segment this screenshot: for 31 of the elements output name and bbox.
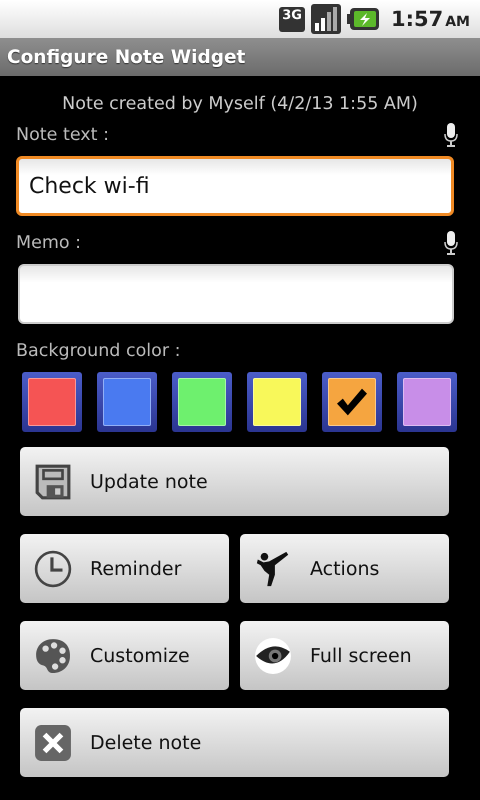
eye-icon <box>254 636 292 674</box>
memo-field[interactable] <box>18 264 454 324</box>
signal-icon <box>310 4 341 34</box>
action-button[interactable]: Delete note <box>20 708 449 777</box>
microphone-icon[interactable] <box>444 231 458 255</box>
color-swatch[interactable] <box>172 372 232 432</box>
action-button[interactable]: Actions <box>240 534 449 603</box>
window-title: Configure Note Widget <box>7 46 246 68</box>
clock-icon <box>34 550 72 588</box>
color-swatch[interactable] <box>22 372 82 432</box>
note-text-field[interactable]: Check wi-fi <box>16 156 454 216</box>
field-label: Memo : <box>16 233 82 253</box>
checkmark-icon <box>335 387 369 417</box>
color-swatch[interactable] <box>397 372 457 432</box>
palette-icon <box>34 636 72 674</box>
battery-charging-icon <box>346 8 379 30</box>
note-info-text: Note created by Myself (4/2/13 1:55 AM) <box>61 94 419 114</box>
field-label: Background color : <box>16 341 181 361</box>
network-type-icon: 3G <box>279 6 305 32</box>
color-swatch[interactable] <box>97 372 157 432</box>
color-swatch[interactable] <box>322 372 382 432</box>
action-button[interactable]: Update note <box>20 447 449 516</box>
action-button[interactable]: Customize <box>20 621 229 690</box>
close-icon <box>34 724 72 762</box>
microphone-icon[interactable] <box>444 123 458 147</box>
action-button[interactable]: Full screen <box>240 621 449 690</box>
clock-meridiem: AM <box>445 14 470 30</box>
color-swatch[interactable] <box>247 372 307 432</box>
field-label: Note text : <box>16 125 109 145</box>
clock-time: 1:57 <box>390 7 444 31</box>
action-button[interactable]: Reminder <box>20 534 229 603</box>
